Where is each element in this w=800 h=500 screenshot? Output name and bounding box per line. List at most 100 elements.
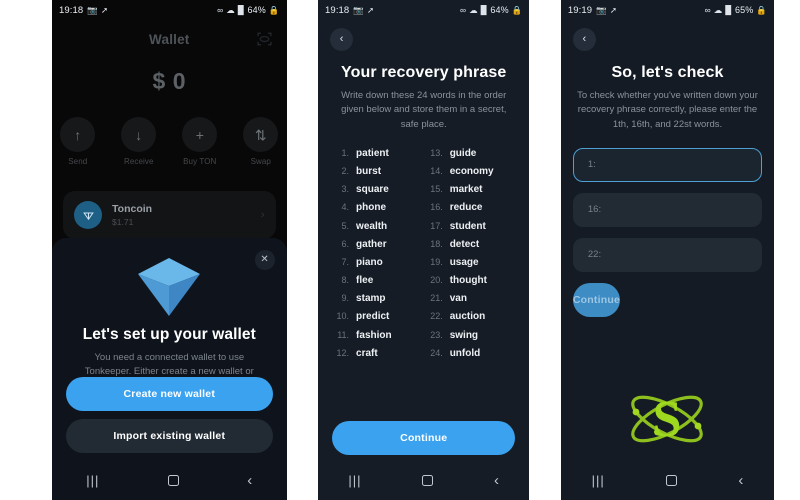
phone-screen-recovery-phrase: 19:18 📷 ➚ ∞ ☁ ▉ 64% 🔒 ‹ Your recovery ph… <box>318 0 530 500</box>
continue-button[interactable]: Continue <box>572 282 620 317</box>
page-subtitle: Write down these 24 words in the order g… <box>341 90 507 130</box>
word-text: detect <box>449 238 480 250</box>
word-text: unfold <box>449 347 481 359</box>
status-bar: 19:18 📷 ➚ ∞ ☁ ▉ 64% 🔒 <box>318 0 529 20</box>
word-number: 8. <box>341 275 350 286</box>
word-number: 3. <box>341 184 350 195</box>
word-number: 7. <box>341 256 350 267</box>
close-icon[interactable]: ✕ <box>254 250 275 270</box>
nav-recents-button[interactable]: ||| <box>592 473 605 488</box>
nav-recents-button[interactable]: ||| <box>86 473 99 488</box>
word-number: 20. <box>430 275 443 286</box>
word-number: 2. <box>341 165 350 176</box>
word-item: 6. gather <box>330 239 424 257</box>
panel-gap-2 <box>529 0 561 500</box>
word-text: piano <box>356 256 383 268</box>
status-time: 19:18 <box>59 4 84 16</box>
word-number: 15. <box>430 184 443 195</box>
atom-s-logo-icon: S <box>631 391 704 448</box>
wifi-icon: ☁ <box>226 4 235 15</box>
phone-screen-verify-phrase: 19:19 📷 ➚ ∞ ☁ ▉ 65% 🔒 ‹ So, let's check … <box>560 0 775 500</box>
recovery-words-list: 1. patient 2. burst 3. square 4. phone 5. wea… <box>318 148 529 366</box>
word-item: 13. guide <box>424 148 518 166</box>
word-item: 2. burst <box>330 166 424 184</box>
word-number: 6. <box>341 238 350 249</box>
nav-back-button[interactable]: ‹ <box>738 473 743 488</box>
swap-arrows-icon: ⇅ <box>243 117 279 152</box>
word-text: reduce <box>449 202 483 214</box>
svg-text:S: S <box>653 391 682 448</box>
sheet-actions: Create new wallet Import existing wallet <box>66 377 273 453</box>
token-name: Toncoin <box>112 203 153 215</box>
word-input-1-label: 1: <box>587 159 596 171</box>
signal-icon: ▉ <box>725 4 733 15</box>
nav-back-button[interactable]: ‹ <box>494 473 499 488</box>
status-battery: 64% <box>247 5 266 15</box>
action-receive[interactable]: ↓ Receive <box>117 117 161 166</box>
word-text: flee <box>356 275 374 287</box>
nav-recents-button[interactable]: ||| <box>348 473 361 488</box>
lock-icon: 🔒 <box>756 4 768 15</box>
link-icon: ∞ <box>217 4 224 15</box>
status-bar: 19:19 📷 ➚ ∞ ☁ ▉ 65% 🔒 <box>561 0 774 20</box>
word-item: 11. fashion <box>330 330 424 348</box>
diamond-gem-icon <box>138 258 201 316</box>
scan-icon[interactable] <box>256 31 273 48</box>
word-text: phone <box>356 202 387 214</box>
word-number: 22. <box>430 311 443 322</box>
word-input-16[interactable]: 16: <box>572 192 763 227</box>
word-item: 21. van <box>424 293 518 311</box>
token-row-toncoin[interactable]: Toncoin $1.71 › <box>63 191 276 239</box>
create-new-wallet-button[interactable]: Create new wallet <box>66 377 273 411</box>
import-existing-wallet-button[interactable]: Import existing wallet <box>66 419 273 453</box>
nav-home-button[interactable] <box>167 474 179 486</box>
action-receive-label: Receive <box>123 157 154 166</box>
word-input-1[interactable]: 1: <box>572 147 763 182</box>
continue-button[interactable]: Continue <box>332 421 516 455</box>
page-title: Wallet <box>149 31 190 47</box>
status-battery: 65% <box>735 5 754 15</box>
android-nav-bar: ||| ‹ <box>561 460 774 500</box>
panel-gap-1 <box>286 0 319 500</box>
word-check-fields: 1: 16: 22: <box>561 147 774 272</box>
action-send[interactable]: ↑ Send <box>56 117 100 166</box>
word-number: 10. <box>336 311 350 322</box>
word-input-22[interactable]: 22: <box>572 237 763 272</box>
word-input-22-label: 22: <box>587 249 602 261</box>
continue-button-wrap: Continue <box>332 421 516 455</box>
location-icon: ➚ <box>367 4 375 15</box>
word-number: 18. <box>430 238 443 249</box>
word-text: economy <box>449 165 494 177</box>
action-swap[interactable]: ⇅ Swap <box>239 117 283 166</box>
word-text: guide <box>449 147 477 159</box>
plus-icon: + <box>182 117 218 152</box>
word-item: 4. phone <box>330 202 424 220</box>
status-right-icons: ∞ ☁ ▉ 64% 🔒 <box>217 5 279 15</box>
word-number: 17. <box>430 220 443 231</box>
nav-home-button[interactable] <box>422 474 434 486</box>
nav-back-button[interactable]: ‹ <box>247 473 252 488</box>
word-item: 16. reduce <box>424 202 518 220</box>
back-button[interactable]: ‹ <box>330 28 354 51</box>
word-item: 23. swing <box>424 330 518 348</box>
word-item: 19. usage <box>424 257 518 275</box>
word-number: 1. <box>341 147 350 158</box>
wifi-icon: ☁ <box>713 4 723 15</box>
action-buy-ton[interactable]: + Buy TON <box>178 117 222 166</box>
words-column-left: 1. patient 2. burst 3. square 4. phone 5. wea… <box>330 148 424 366</box>
phone-screen-wallet: 19:18 📷 ➚ ∞ ☁ ▉ 64% 🔒 Wallet $ 0 ↑ Send … <box>52 0 287 500</box>
nav-home-button[interactable] <box>666 474 678 486</box>
word-text: auction <box>449 311 486 323</box>
android-nav-bar: ||| ‹ <box>318 460 529 500</box>
word-item: 1. patient <box>330 148 424 166</box>
word-number: 9. <box>341 293 350 304</box>
wallet-balance: $ 0 <box>152 68 187 94</box>
status-time: 19:19 <box>567 4 593 16</box>
word-number: 4. <box>341 202 350 213</box>
page-title: Your recovery phrase <box>341 64 507 81</box>
back-button[interactable]: ‹ <box>572 28 596 51</box>
photo-icon: 📷 <box>353 4 365 15</box>
page-title: So, let's check <box>611 64 724 81</box>
word-text: student <box>449 220 486 232</box>
status-right-icons: ∞ ☁ ▉ 65% 🔒 <box>705 5 767 15</box>
